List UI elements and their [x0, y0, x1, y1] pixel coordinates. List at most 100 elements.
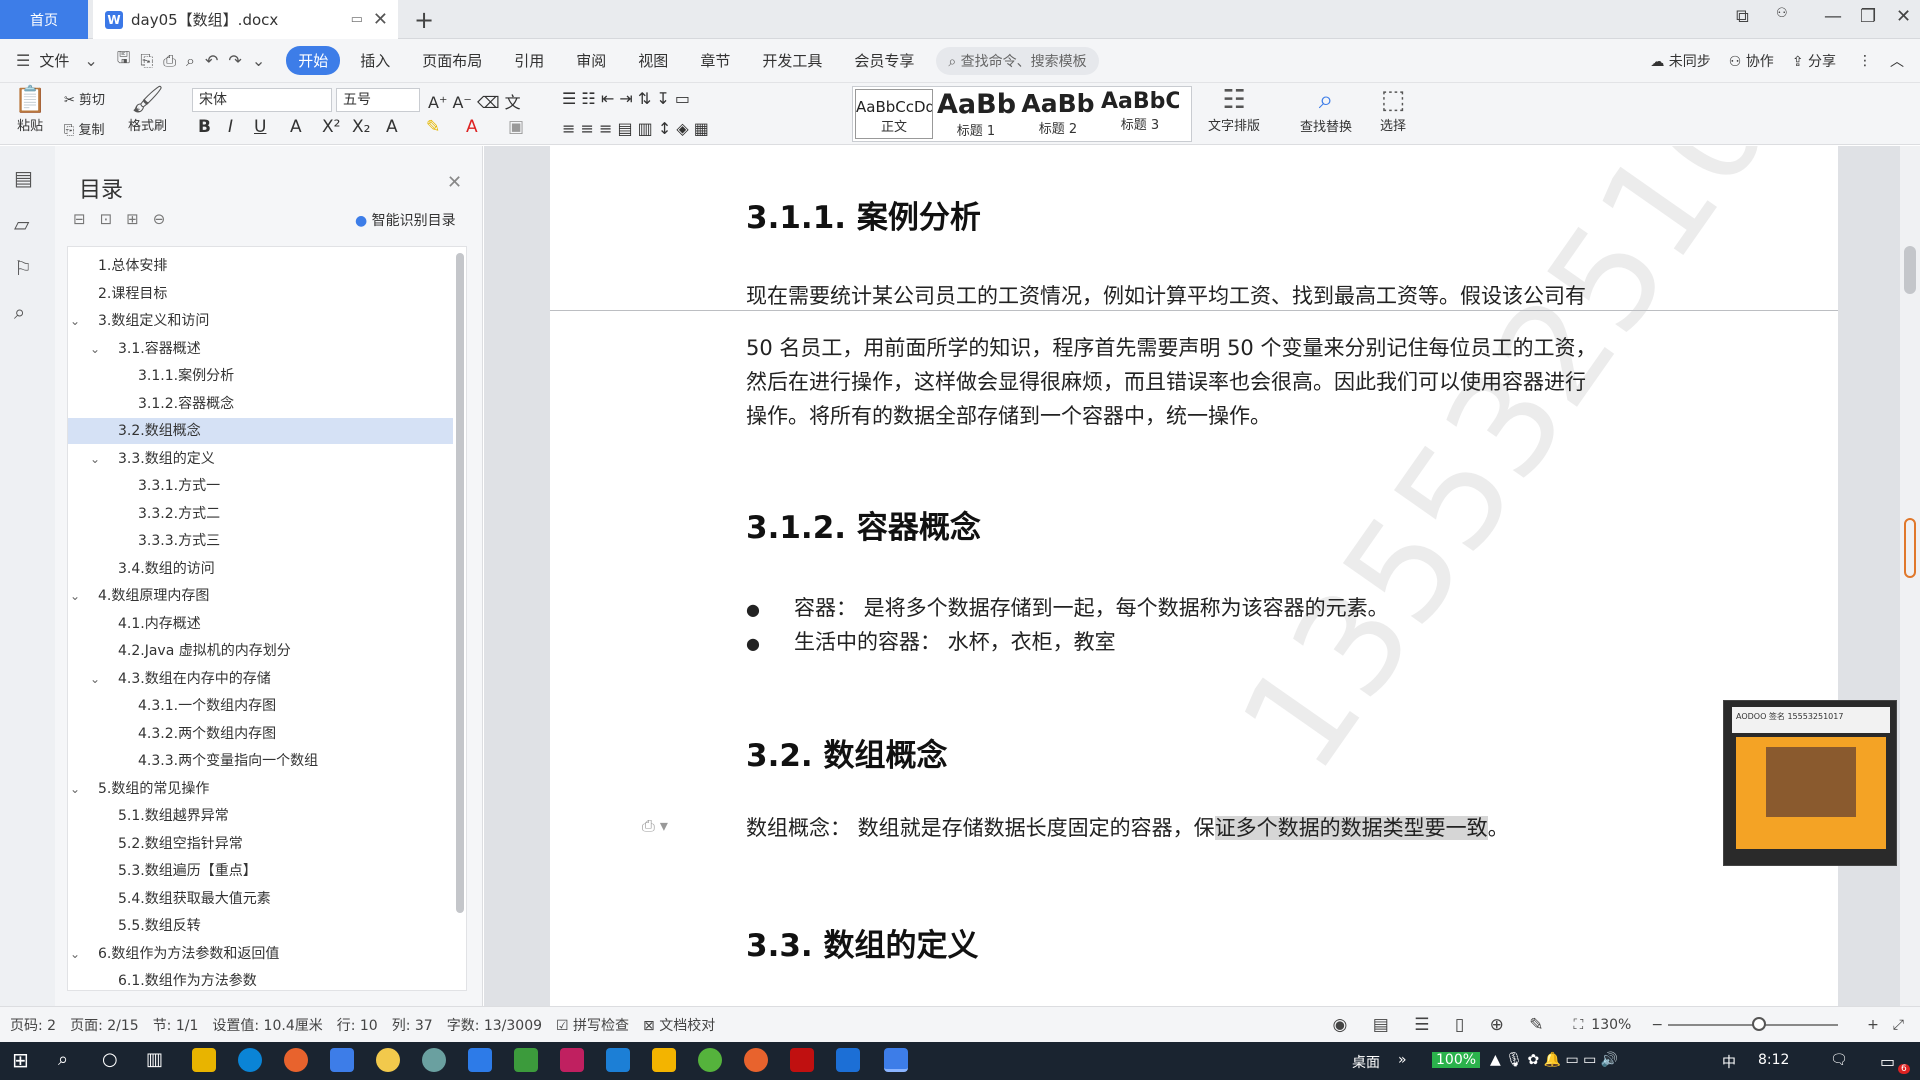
- chevron-down-icon[interactable]: ⌄: [70, 776, 80, 802]
- app-icon[interactable]: [652, 1048, 676, 1072]
- file-explorer-icon[interactable]: [192, 1048, 216, 1072]
- export-icon[interactable]: ⎘: [140, 51, 153, 71]
- toc-toolbar[interactable]: ⊟⊡⊞⊖: [73, 210, 179, 228]
- desktop-label[interactable]: 桌面: [1352, 1052, 1380, 1072]
- tray-icons[interactable]: ▲ 🎙 ✿ 🔔 ▭ ▭ 🔊: [1490, 1052, 1618, 1068]
- new-tab-button[interactable]: +: [414, 6, 434, 34]
- toc-item[interactable]: 6.1.数组作为方法参数: [68, 968, 453, 994]
- toc-item[interactable]: ⌄ 4.数组原理内存图: [68, 583, 453, 609]
- subscript-icon[interactable]: X₂: [352, 117, 370, 137]
- close-icon[interactable]: ✕: [447, 172, 462, 193]
- toc-item[interactable]: 3.3.1.方式一: [68, 473, 453, 499]
- chevron-down-icon[interactable]: ⌄: [90, 336, 100, 362]
- copy-button[interactable]: ⎘ 复制: [64, 119, 105, 138]
- align-icons[interactable]: ≡ ≡ ≡ ▤ ▥ ↕ ◈ ▦: [562, 119, 709, 138]
- save-icon[interactable]: 🖫: [117, 47, 131, 74]
- bookmark-icon[interactable]: ⚐: [14, 256, 32, 280]
- chevron-down-icon[interactable]: ⌄: [70, 308, 80, 334]
- proofread-button[interactable]: ⊠ 文档校对: [643, 1015, 715, 1035]
- scroll-position-marker[interactable]: [1904, 518, 1916, 578]
- status-setting[interactable]: 设置值: 10.4厘米: [212, 1015, 322, 1035]
- wps-writer-icon[interactable]: [884, 1048, 908, 1072]
- toc-item[interactable]: ⌄ 3.3.数组的定义: [68, 446, 453, 472]
- toc-item[interactable]: 3.3.3.方式三: [68, 528, 453, 554]
- font-grow-icon[interactable]: A⁺ A⁻ ⌫ 文: [428, 89, 521, 113]
- status-section[interactable]: 节: 1/1: [153, 1015, 199, 1035]
- print-icon[interactable]: ⎙: [163, 51, 176, 71]
- italic-icon[interactable]: I: [228, 117, 233, 137]
- print-preview-icon[interactable]: ⌕: [186, 51, 195, 71]
- toc-item[interactable]: 3.4.数组的访问: [68, 556, 453, 582]
- menu-insert[interactable]: 插入: [360, 50, 390, 71]
- toc-item[interactable]: 5.3.数组遍历【重点】: [68, 858, 453, 884]
- toc-item[interactable]: ⌄ 3.1.容器概述: [68, 336, 453, 362]
- clock[interactable]: 8:12: [1758, 1052, 1789, 1068]
- chrome-icon[interactable]: [376, 1048, 400, 1072]
- doc-action-icon[interactable]: ⎙ ▾: [642, 816, 668, 836]
- qr-code-overlay[interactable]: AODOO 签名 15553251017: [1723, 700, 1897, 866]
- text-layout-button[interactable]: ☷ 文字排版: [1208, 85, 1260, 134]
- font-effect-icon[interactable]: A: [290, 117, 302, 137]
- scroll-thumb[interactable]: [1904, 246, 1916, 294]
- zoom-slider-knob[interactable]: [1752, 1017, 1766, 1031]
- app-icon[interactable]: [330, 1048, 354, 1072]
- fit-page-icon[interactable]: ⛶: [1573, 1017, 1583, 1033]
- action-center-icon[interactable]: ▭: [1880, 1052, 1895, 1071]
- superscript-icon[interactable]: X²: [322, 117, 340, 137]
- chevron-down-icon[interactable]: ⌄: [84, 51, 97, 70]
- chevron-down-icon[interactable]: ⌄: [70, 583, 80, 609]
- format-painter-button[interactable]: 🖌 格式刷: [128, 85, 167, 134]
- char-border-icon[interactable]: ▣: [508, 117, 524, 137]
- chevron-down-icon[interactable]: ⌄: [90, 446, 100, 472]
- toc-scrollbar[interactable]: [456, 253, 464, 913]
- menu-view[interactable]: 视图: [638, 50, 668, 71]
- restore-icon[interactable]: ❐: [1860, 6, 1876, 27]
- battery-indicator[interactable]: 100%: [1432, 1052, 1481, 1068]
- toc-item[interactable]: 5.5.数组反转: [68, 913, 453, 939]
- toc-item[interactable]: 4.3.1.一个数组内存图: [68, 693, 453, 719]
- toc-item[interactable]: 4.2.Java 虚拟机的内存划分: [68, 638, 453, 664]
- status-col[interactable]: 列: 37: [392, 1015, 433, 1035]
- user-avatar-icon[interactable]: ⚇: [1776, 6, 1788, 21]
- app-icon[interactable]: [744, 1048, 768, 1072]
- toc-item[interactable]: ⌄ 3.数组定义和访问: [68, 308, 453, 334]
- firefox-icon[interactable]: [284, 1048, 308, 1072]
- toc-item[interactable]: 3.1.1.案例分析: [68, 363, 453, 389]
- more-icon[interactable]: ⋮: [1858, 53, 1872, 69]
- text-outline-icon[interactable]: A: [386, 117, 398, 137]
- status-page-code[interactable]: 页码: 2: [10, 1015, 56, 1035]
- style-heading2[interactable]: AaBb 标题 2: [1019, 89, 1097, 139]
- notification-icon[interactable]: 🗨: [1830, 1052, 1848, 1068]
- customize-icon[interactable]: ⌄: [252, 51, 265, 70]
- menu-member[interactable]: 会员专享: [854, 50, 914, 71]
- close-window-icon[interactable]: ✕: [1896, 6, 1911, 27]
- menu-page-layout[interactable]: 页面布局: [422, 50, 482, 71]
- app-icon[interactable]: [468, 1048, 492, 1072]
- status-words[interactable]: 字数: 13/3009: [447, 1015, 542, 1035]
- smart-toc-button[interactable]: ● 智能识别目录: [355, 210, 456, 230]
- vertical-scrollbar[interactable]: [1900, 146, 1920, 1006]
- search-icon[interactable]: ⌕: [58, 1049, 68, 1070]
- menu-review[interactable]: 审阅: [576, 50, 606, 71]
- chevron-down-icon[interactable]: ⌄: [90, 666, 100, 692]
- cortana-icon[interactable]: ○: [102, 1049, 118, 1070]
- toc-panel-icon[interactable]: ▤: [14, 166, 33, 190]
- toc-item[interactable]: 1.总体安排: [68, 253, 453, 279]
- app-icon[interactable]: [698, 1048, 722, 1072]
- document-page[interactable]: 13553251017 3.1.1. 案例分析 现在需要统计某公司员工的工资情况…: [550, 146, 1838, 1006]
- tab-home[interactable]: 首页: [0, 0, 88, 39]
- sync-status[interactable]: ☁ 未同步: [1650, 51, 1710, 71]
- toc-item[interactable]: 3.2.数组概念: [68, 418, 453, 444]
- spell-check-button[interactable]: ☑ 拼写检查: [556, 1015, 629, 1035]
- style-normal[interactable]: AaBbCcDd 正文: [855, 89, 933, 139]
- paste-button[interactable]: 📋 粘贴: [14, 85, 46, 134]
- tab-document[interactable]: W day05【数组】.docx ▭ ✕: [93, 0, 398, 39]
- underline-icon[interactable]: U: [254, 117, 266, 137]
- toc-item[interactable]: ⌄ 5.数组的常见操作: [68, 776, 453, 802]
- ime-indicator[interactable]: 中: [1722, 1052, 1736, 1072]
- close-tab-icon[interactable]: ✕: [373, 9, 388, 30]
- toc-item[interactable]: 3.1.2.容器概念: [68, 391, 453, 417]
- undo-icon[interactable]: ↶: [205, 51, 218, 70]
- app-icon[interactable]: [422, 1048, 446, 1072]
- menu-references[interactable]: 引用: [514, 50, 544, 71]
